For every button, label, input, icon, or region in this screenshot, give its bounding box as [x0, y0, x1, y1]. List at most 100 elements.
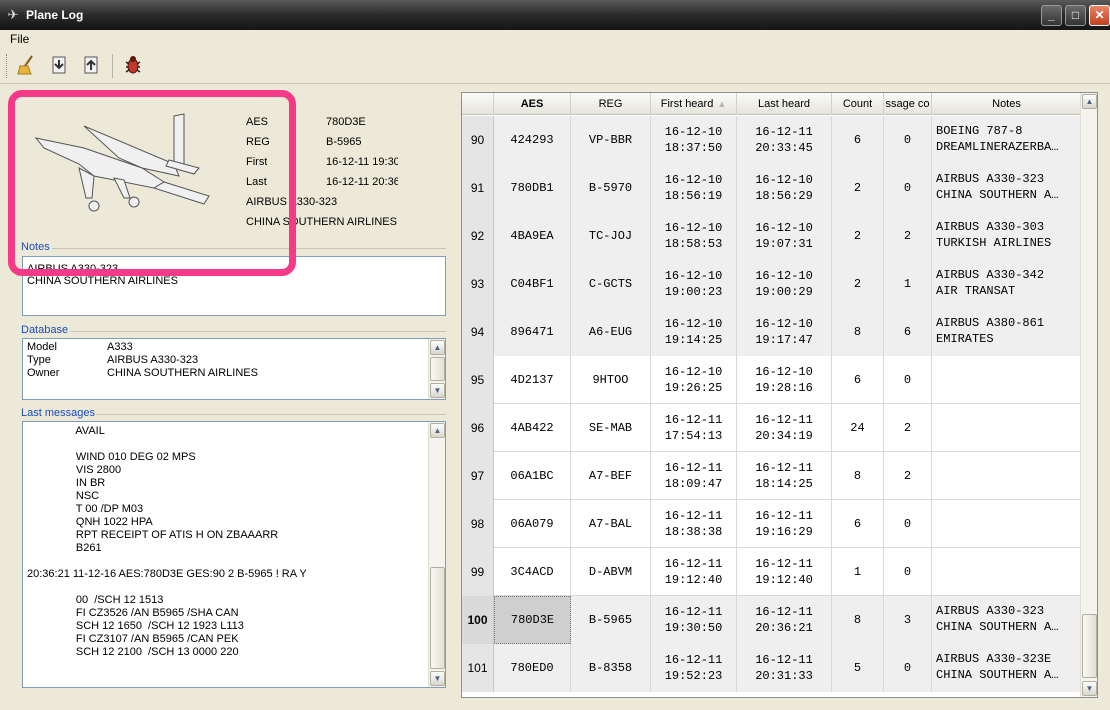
cell-count[interactable]: 24	[832, 404, 884, 452]
cell-aes[interactable]: 780ED0	[494, 644, 571, 692]
column-header-message-count[interactable]: ssage co	[884, 93, 932, 115]
cell-reg[interactable]: D-ABVM	[571, 548, 651, 596]
cell-aes[interactable]: 06A079	[494, 500, 571, 548]
table-row[interactable]: 98 06A079 A7-BAL 16-12-11 18:38:38 16-12-11 …	[462, 500, 1082, 548]
column-header-rownum[interactable]	[462, 93, 494, 115]
cell-reg[interactable]: TC-JOJ	[571, 212, 651, 260]
cell-aes[interactable]: 06A1BC	[494, 452, 571, 500]
messages-scrollbar[interactable]: ▲ ▼	[428, 422, 445, 687]
table-row[interactable]: 92 4BA9EA TC-JOJ 16-12-10 18:58:53 16-12-10 …	[462, 212, 1082, 260]
broom-icon[interactable]	[14, 54, 40, 78]
scroll-thumb[interactable]	[430, 357, 445, 381]
database-scrollbar[interactable]: ▲ ▼	[428, 339, 445, 399]
cell-reg[interactable]: A6-EUG	[571, 308, 651, 356]
row-number[interactable]: 95	[462, 356, 494, 404]
row-number[interactable]: 91	[462, 164, 494, 212]
cell-aes[interactable]: 780D3E	[494, 596, 571, 644]
cell-last-heard[interactable]: 16-12-11 20:31:33	[737, 644, 832, 692]
cell-aes[interactable]: C04BF1	[494, 260, 571, 308]
cell-last-heard[interactable]: 16-12-11 20:36:21	[737, 596, 832, 644]
database-list[interactable]: Model A333 Type AIRBUS A330-323 Owner CH…	[22, 338, 446, 400]
scroll-up-arrow[interactable]: ▲	[430, 340, 445, 355]
cell-message-count[interactable]: 2	[884, 404, 932, 452]
cell-reg[interactable]: B-5970	[571, 164, 651, 212]
cell-notes[interactable]	[932, 452, 1082, 500]
table-row[interactable]: 101 780ED0 B-8358 16-12-11 19:52:23 16-12-11…	[462, 644, 1082, 692]
scroll-up-arrow[interactable]: ▲	[1082, 94, 1097, 109]
table-row[interactable]: 96 4AB422 SE-MAB 16-12-11 17:54:13 16-12-11 …	[462, 404, 1082, 452]
cell-aes[interactable]: 4BA9EA	[494, 212, 571, 260]
cell-first-heard[interactable]: 16-12-10 18:56:19	[651, 164, 737, 212]
cell-first-heard[interactable]: 16-12-11 19:52:23	[651, 644, 737, 692]
cell-last-heard[interactable]: 16-12-11 20:34:19	[737, 404, 832, 452]
menu-file[interactable]: File	[10, 32, 29, 46]
row-number[interactable]: 100	[462, 596, 494, 644]
cell-message-count[interactable]: 3	[884, 596, 932, 644]
cell-first-heard[interactable]: 16-12-11 19:12:40	[651, 548, 737, 596]
column-header-notes[interactable]: Notes	[932, 93, 1082, 115]
cell-last-heard[interactable]: 16-12-10 19:07:31	[737, 212, 832, 260]
cell-message-count[interactable]: 1	[884, 260, 932, 308]
cell-first-heard[interactable]: 16-12-10 19:14:25	[651, 308, 737, 356]
scroll-up-arrow[interactable]: ▲	[430, 423, 445, 438]
cell-count[interactable]: 6	[832, 500, 884, 548]
cell-last-heard[interactable]: 16-12-10 18:56:29	[737, 164, 832, 212]
row-number[interactable]: 99	[462, 548, 494, 596]
cell-aes[interactable]: 780DB1	[494, 164, 571, 212]
table-row[interactable]: 94 896471 A6-EUG 16-12-10 19:14:25 16-12-10 …	[462, 308, 1082, 356]
cell-last-heard[interactable]: 16-12-11 18:14:25	[737, 452, 832, 500]
cell-count[interactable]: 8	[832, 596, 884, 644]
cell-last-heard[interactable]: 16-12-10 19:28:16	[737, 356, 832, 404]
cell-first-heard[interactable]: 16-12-11 18:38:38	[651, 500, 737, 548]
cell-reg[interactable]: VP-BBR	[571, 116, 651, 164]
cell-notes[interactable]: BOEING 787-8 DREAMLINERAZERBA…	[932, 116, 1082, 164]
row-number[interactable]: 97	[462, 452, 494, 500]
cell-aes[interactable]: 424293	[494, 116, 571, 164]
import-icon[interactable]	[46, 54, 72, 78]
cell-notes[interactable]	[932, 356, 1082, 404]
cell-last-heard[interactable]: 16-12-10 19:17:47	[737, 308, 832, 356]
cell-last-heard[interactable]: 16-12-11 20:33:45	[737, 116, 832, 164]
row-number[interactable]: 101	[462, 644, 494, 692]
column-header-reg[interactable]: REG	[571, 93, 651, 115]
table-row[interactable]: 90 424293 VP-BBR 16-12-10 18:37:50 16-12-11 …	[462, 116, 1082, 164]
cell-first-heard[interactable]: 16-12-11 17:54:13	[651, 404, 737, 452]
table-scrollbar[interactable]: ▲ ▼	[1080, 93, 1097, 697]
cell-message-count[interactable]: 2	[884, 452, 932, 500]
cell-message-count[interactable]: 0	[884, 644, 932, 692]
table-row[interactable]: 95 4D2137 9HTOO 16-12-10 19:26:25 16-12-10 1…	[462, 356, 1082, 404]
cell-reg[interactable]: A7-BEF	[571, 452, 651, 500]
table-row[interactable]: 99 3C4ACD D-ABVM 16-12-11 19:12:40 16-12-11 …	[462, 548, 1082, 596]
cell-reg[interactable]: B-5965	[571, 596, 651, 644]
cell-count[interactable]: 2	[832, 212, 884, 260]
cell-reg[interactable]: B-8358	[571, 644, 651, 692]
maximize-button[interactable]: □	[1065, 5, 1086, 26]
cell-first-heard[interactable]: 16-12-10 19:26:25	[651, 356, 737, 404]
row-number[interactable]: 92	[462, 212, 494, 260]
cell-last-heard[interactable]: 16-12-11 19:16:29	[737, 500, 832, 548]
cell-notes[interactable]	[932, 404, 1082, 452]
cell-message-count[interactable]: 0	[884, 356, 932, 404]
cell-notes[interactable]: AIRBUS A330-323 CHINA SOUTHERN A…	[932, 164, 1082, 212]
cell-reg[interactable]: SE-MAB	[571, 404, 651, 452]
cell-first-heard[interactable]: 16-12-10 18:58:53	[651, 212, 737, 260]
cell-count[interactable]: 2	[832, 164, 884, 212]
scroll-down-arrow[interactable]: ▼	[430, 671, 445, 686]
cell-count[interactable]: 2	[832, 260, 884, 308]
column-header-first-heard[interactable]: First heard ▲	[651, 93, 737, 115]
row-number[interactable]: 96	[462, 404, 494, 452]
cell-reg[interactable]: C-GCTS	[571, 260, 651, 308]
cell-first-heard[interactable]: 16-12-11 19:30:50	[651, 596, 737, 644]
close-button[interactable]: ✕	[1089, 5, 1110, 26]
cell-aes[interactable]: 896471	[494, 308, 571, 356]
table-row[interactable]: 100 780D3E B-5965 16-12-11 19:30:50 16-12-11…	[462, 596, 1082, 644]
cell-notes[interactable]: AIRBUS A330-323E CHINA SOUTHERN A…	[932, 644, 1082, 692]
toolbar-grip[interactable]	[6, 54, 9, 78]
cell-first-heard[interactable]: 16-12-11 18:09:47	[651, 452, 737, 500]
cell-count[interactable]: 6	[832, 356, 884, 404]
cell-aes[interactable]: 3C4ACD	[494, 548, 571, 596]
cell-count[interactable]: 6	[832, 116, 884, 164]
cell-notes[interactable]	[932, 500, 1082, 548]
column-header-last-heard[interactable]: Last heard	[737, 93, 832, 115]
planes-table[interactable]: AES REG First heard ▲ Last heard Count ss…	[461, 92, 1098, 698]
